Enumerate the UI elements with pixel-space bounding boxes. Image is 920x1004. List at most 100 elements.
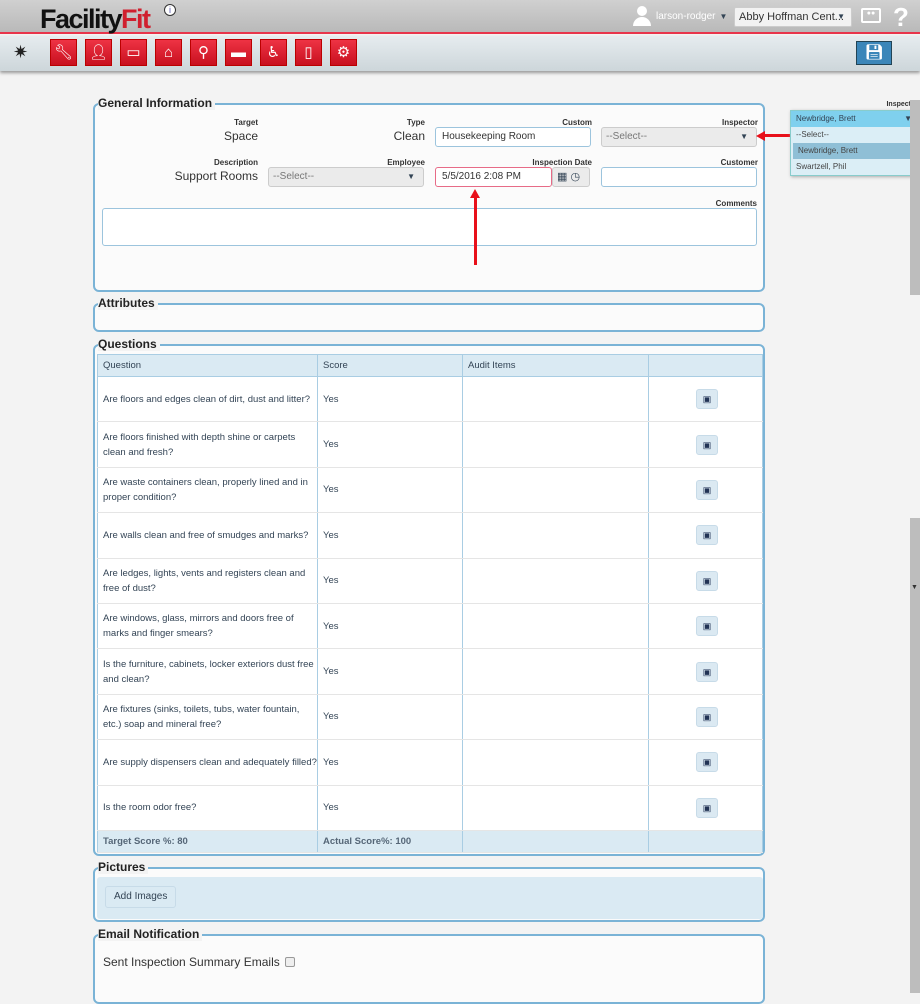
- dropdown-option[interactable]: Newbridge, Brett: [793, 143, 915, 159]
- date-picker-buttons[interactable]: ▦ ◷: [552, 167, 590, 187]
- comments-label: Comments: [715, 199, 757, 208]
- bed-icon[interactable]: ▬: [225, 39, 252, 66]
- caret-down-icon: ▼: [407, 172, 415, 181]
- image-icon[interactable]: ▣: [696, 752, 718, 773]
- actual-score: Actual Score%: 100: [317, 830, 463, 853]
- score-cell[interactable]: Yes: [317, 512, 463, 559]
- customer-input[interactable]: [601, 167, 757, 187]
- dropdown-option[interactable]: --Select--: [791, 127, 917, 143]
- annotation-arrow: [764, 134, 790, 137]
- image-icon[interactable]: ▣: [696, 616, 718, 637]
- type-value: Clean: [393, 129, 425, 143]
- table-row: Are waste containers clean, properly lin…: [97, 467, 763, 514]
- audit-items-cell: [462, 785, 649, 831]
- image-icon[interactable]: ▣: [696, 706, 718, 727]
- inspection-date-input[interactable]: 5/5/2016 2:08 PM: [435, 167, 552, 187]
- score-cell[interactable]: Yes: [317, 694, 463, 741]
- home-icon[interactable]: ⌂: [155, 39, 182, 66]
- dropdown-option[interactable]: Swartzell, Phil: [791, 159, 917, 175]
- image-icon[interactable]: ▣: [696, 661, 718, 682]
- question-cell: Are windows, glass, mirrors and doors fr…: [97, 603, 318, 650]
- avatar: [632, 6, 652, 26]
- image-icon[interactable]: ▣: [696, 525, 718, 546]
- user-menu[interactable]: larson-rodger ▼: [632, 6, 727, 26]
- search-icon[interactable]: ⚲: [190, 39, 217, 66]
- image-cell: ▣: [648, 694, 763, 741]
- inspector-select[interactable]: --Select-- ▼: [601, 127, 757, 147]
- section-title: General Information: [98, 96, 216, 110]
- caret-down-icon: ▼: [719, 11, 728, 21]
- table-row: Are walls clean and free of smudges and …: [97, 512, 763, 559]
- table-row: Are supply dispensers clean and adequate…: [97, 739, 763, 786]
- image-cell: ▣: [648, 512, 763, 559]
- score-cell[interactable]: Yes: [317, 739, 463, 786]
- question-cell: Are fixtures (sinks, toilets, tubs, wate…: [97, 694, 318, 741]
- scroll-down-icon[interactable]: ▼: [911, 584, 918, 591]
- site-select[interactable]: Abby Hoffman Cent... ▼: [734, 7, 852, 27]
- clock-icon[interactable]: ◷: [570, 171, 580, 183]
- table-row: Is the furniture, cabinets, locker exter…: [97, 648, 763, 695]
- image-icon[interactable]: ▣: [696, 389, 718, 410]
- custom-input[interactable]: Housekeeping Room: [435, 127, 591, 147]
- audit-items-cell: [462, 467, 649, 514]
- wheelchair-icon[interactable]: ♿︎: [260, 39, 287, 66]
- target-score: Target Score %: 80: [97, 830, 318, 853]
- document-icon[interactable]: ▯: [295, 39, 322, 66]
- email-checkbox[interactable]: [284, 957, 295, 967]
- questions-table: Question Score Audit Items Are floors an…: [97, 354, 763, 853]
- image-cell: ▣: [648, 785, 763, 831]
- question-cell: Are walls clean and free of smudges and …: [97, 512, 318, 559]
- arrow-head: [470, 189, 480, 198]
- section-title: Pictures: [98, 860, 149, 874]
- audit-items-cell: [462, 558, 649, 604]
- image-icon[interactable]: ▣: [696, 570, 718, 591]
- scrollbar-thumb[interactable]: [910, 100, 920, 295]
- monitor-icon[interactable]: ▭: [120, 39, 147, 66]
- image-icon[interactable]: ▣: [696, 479, 718, 500]
- inspector-dropdown[interactable]: Newbridge, Brett ▼ --Select-- Newbridge, …: [790, 110, 918, 176]
- image-icon[interactable]: ▣: [696, 797, 718, 818]
- gears-icon[interactable]: ⚙: [330, 39, 357, 66]
- image-cell: ▣: [648, 421, 763, 468]
- image-icon[interactable]: ▣: [696, 434, 718, 455]
- dropdown-selected[interactable]: Newbridge, Brett ▼: [791, 111, 917, 127]
- caret-down-icon: ▼: [740, 132, 748, 141]
- user-icon[interactable]: 👤︎: [85, 39, 112, 66]
- section-title: Attributes: [98, 296, 158, 310]
- score-cell[interactable]: Yes: [317, 467, 463, 514]
- table-row: Are floors finished with depth shine or …: [97, 421, 763, 468]
- wrench-icon[interactable]: 🔧︎: [50, 39, 77, 66]
- audit-items-cell: [462, 648, 649, 695]
- help-icon[interactable]: ?: [893, 2, 909, 33]
- score-cell[interactable]: Yes: [317, 648, 463, 695]
- question-cell: Are ledges, lights, vents and registers …: [97, 558, 318, 604]
- arrow-head: [756, 131, 765, 141]
- info-icon[interactable]: i: [164, 4, 176, 16]
- image-cell: ▣: [648, 467, 763, 514]
- score-cell[interactable]: Yes: [317, 376, 463, 423]
- attributes-section: Attributes: [93, 296, 765, 332]
- score-cell[interactable]: Yes: [317, 421, 463, 468]
- employee-select[interactable]: --Select-- ▼: [268, 167, 424, 187]
- email-notification-section: Email Notification Sent Inspection Summa…: [93, 927, 765, 1004]
- score-cell[interactable]: Yes: [317, 603, 463, 650]
- chat-icon[interactable]: ●●: [861, 8, 881, 23]
- section-title: Questions: [98, 337, 160, 351]
- employee-label: Employee: [387, 158, 425, 167]
- comments-textarea[interactable]: [102, 208, 757, 246]
- score-cell[interactable]: Yes: [317, 558, 463, 604]
- calendar-icon[interactable]: ▦: [557, 171, 567, 183]
- compass-icon[interactable]: ✷: [13, 42, 28, 63]
- add-images-button[interactable]: Add Images: [105, 886, 177, 908]
- questions-section: Questions Question Score Audit Items Are…: [93, 337, 765, 856]
- audit-items-cell: [462, 739, 649, 786]
- pictures-panel: Add Images: [97, 877, 763, 919]
- score-cell[interactable]: Yes: [317, 785, 463, 831]
- inspection-date-label: Inspection Date: [532, 158, 592, 167]
- save-button[interactable]: 💾︎: [856, 41, 892, 65]
- table-row: Are ledges, lights, vents and registers …: [97, 558, 763, 604]
- top-bar: FacilityFit i larson-rodger ▼ Abby Hoffma…: [0, 0, 920, 34]
- score-footer-row: Target Score %: 80 Actual Score%: 100: [97, 830, 763, 853]
- audit-items-cell: [462, 421, 649, 468]
- description-label: Description: [213, 158, 258, 167]
